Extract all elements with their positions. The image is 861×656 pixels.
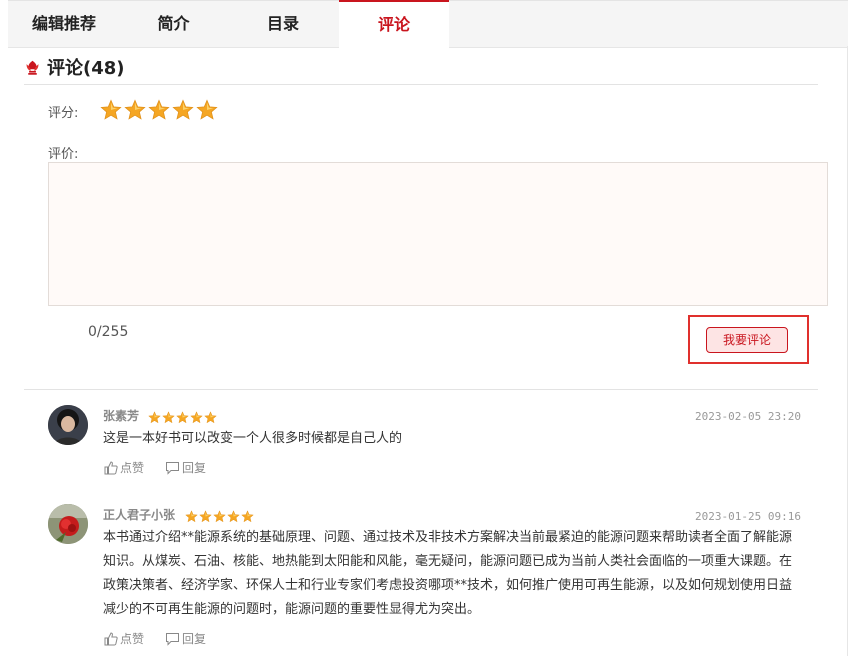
star-icon (162, 409, 175, 424)
comment-date: 2023-02-05 23:20 (695, 410, 801, 423)
star-icon (199, 508, 212, 523)
divider (24, 84, 818, 85)
like-button[interactable]: 点赞 (104, 630, 144, 647)
review-input[interactable] (48, 162, 828, 306)
star-icon (185, 508, 198, 523)
star-icon (213, 508, 226, 523)
tab-comments[interactable]: 评论 (339, 0, 449, 50)
comment-text: 本书通过介绍**能源系统的基础原理、问题、通过技术及非技术方案解决当前最紧迫的能… (103, 526, 803, 622)
tab-bar: 编辑推荐 简介 目录 评论 (8, 0, 848, 50)
section-title-text: 评论(48) (47, 58, 125, 79)
comment-text-line: 知识。从煤炭、石油、核能、地热能到太阳能和风能，毫无疑问，能源问题已成为当前人类… (103, 554, 793, 569)
score-label: 评分: (48, 106, 79, 121)
comment-text: 这是一本好书可以改变一个人很多时候都是自己人的 (103, 431, 403, 446)
char-counter: 0/255 (88, 324, 129, 340)
reply-button[interactable]: 回复 (165, 459, 206, 476)
star-icon[interactable] (172, 99, 194, 121)
comment-stars (148, 409, 217, 424)
submit-comment-button[interactable]: 我要评论 (706, 327, 788, 353)
tab-editor-recommend[interactable]: 编辑推荐 (8, 1, 120, 47)
star-icon[interactable] (124, 99, 146, 121)
thumbs-up-icon (104, 631, 118, 645)
comment-username: 正人君子小张 (103, 508, 176, 522)
comment-date: 2023-01-25 09:16 (695, 510, 801, 523)
comment-text-line: 政策决策者、经济学家、环保人士和行业专家们考虑投资哪项**技术，如何推广使用可再… (103, 578, 793, 593)
star-icon (227, 508, 240, 523)
tab-toc[interactable]: 目录 (227, 1, 339, 47)
thumbs-up-icon (104, 460, 118, 474)
section-title: 评论(48) (24, 55, 125, 79)
avatar[interactable] (48, 504, 88, 544)
star-icon[interactable] (148, 99, 170, 121)
tab-intro[interactable]: 简介 (120, 1, 227, 47)
comment-text-line: 减少的不可再生能源的问题时，能源问题的重要性显得尤为突出。 (103, 602, 481, 617)
star-icon (204, 409, 217, 424)
comment-stars (185, 508, 254, 523)
avatar-image (48, 504, 88, 544)
avatar-image (48, 405, 88, 445)
flower-icon (26, 60, 39, 75)
divider (24, 389, 818, 390)
reply-icon (166, 461, 179, 475)
star-icon[interactable] (196, 99, 218, 121)
comment-username: 张素芳 (103, 409, 140, 423)
star-icon (148, 409, 161, 424)
avatar[interactable] (48, 405, 88, 445)
star-icon[interactable] (100, 99, 122, 121)
comment-text-line: 本书通过介绍**能源系统的基础原理、问题、通过技术及非技术方案解决当前最紧迫的能… (103, 530, 793, 545)
star-icon (190, 409, 203, 424)
reply-icon (166, 632, 179, 646)
review-label: 评价: (48, 147, 79, 162)
like-button[interactable]: 点赞 (104, 459, 144, 476)
reply-button[interactable]: 回复 (165, 630, 206, 647)
score-stars[interactable] (100, 99, 218, 121)
star-icon (176, 409, 189, 424)
star-icon (241, 508, 254, 523)
content-border (847, 46, 848, 656)
